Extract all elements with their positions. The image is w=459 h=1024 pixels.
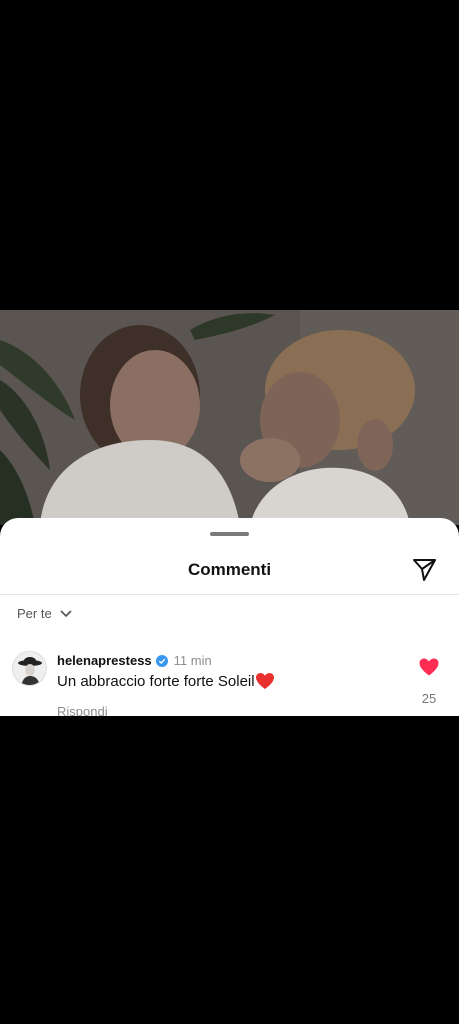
chevron-down-icon bbox=[60, 609, 72, 617]
like-count: 25 bbox=[421, 691, 437, 706]
comment-text: Un abbraccio forte forte Soleil bbox=[57, 672, 255, 690]
verified-badge-icon bbox=[155, 654, 168, 667]
comment-text-row: Un abbraccio forte forte Soleil bbox=[57, 672, 275, 690]
heart-emoji bbox=[255, 673, 274, 689]
paper-plane-icon bbox=[413, 559, 436, 581]
sort-label: Per te bbox=[17, 606, 52, 621]
comment-item: helenaprestess 11 min Un abbraccio forte… bbox=[0, 646, 459, 719]
comment-sort-dropdown[interactable]: Per te bbox=[17, 606, 72, 621]
comment-username[interactable]: helenaprestess bbox=[57, 653, 152, 668]
comment-time: 11 min bbox=[173, 653, 212, 668]
like-button[interactable] bbox=[418, 657, 440, 677]
dimmed-backdrop-top[interactable] bbox=[0, 0, 459, 310]
post-photo bbox=[0, 310, 459, 525]
divider bbox=[0, 594, 459, 595]
send-button[interactable] bbox=[410, 556, 438, 584]
avatar[interactable] bbox=[12, 651, 47, 686]
sheet-drag-handle[interactable] bbox=[210, 532, 249, 536]
comment-header: helenaprestess 11 min bbox=[57, 653, 212, 668]
comments-sheet: Commenti Per te helenaprestess 11 min Un… bbox=[0, 518, 459, 719]
bottom-area bbox=[0, 716, 459, 1024]
heart-icon bbox=[419, 658, 439, 676]
sheet-title: Commenti bbox=[187, 560, 272, 579]
